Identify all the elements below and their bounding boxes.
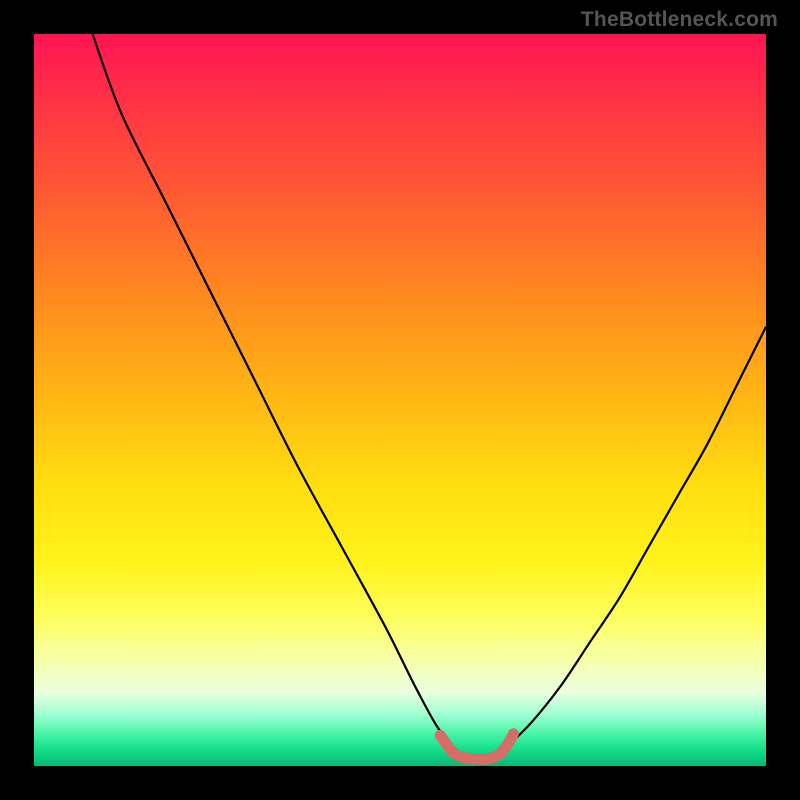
valley-marker xyxy=(440,734,513,759)
left-curve xyxy=(93,34,452,744)
chart-frame: TheBottleneck.com xyxy=(0,0,800,800)
curve-layer xyxy=(34,34,766,766)
right-curve xyxy=(510,327,766,744)
watermark-text: TheBottleneck.com xyxy=(581,8,778,32)
plot-area xyxy=(34,34,766,766)
